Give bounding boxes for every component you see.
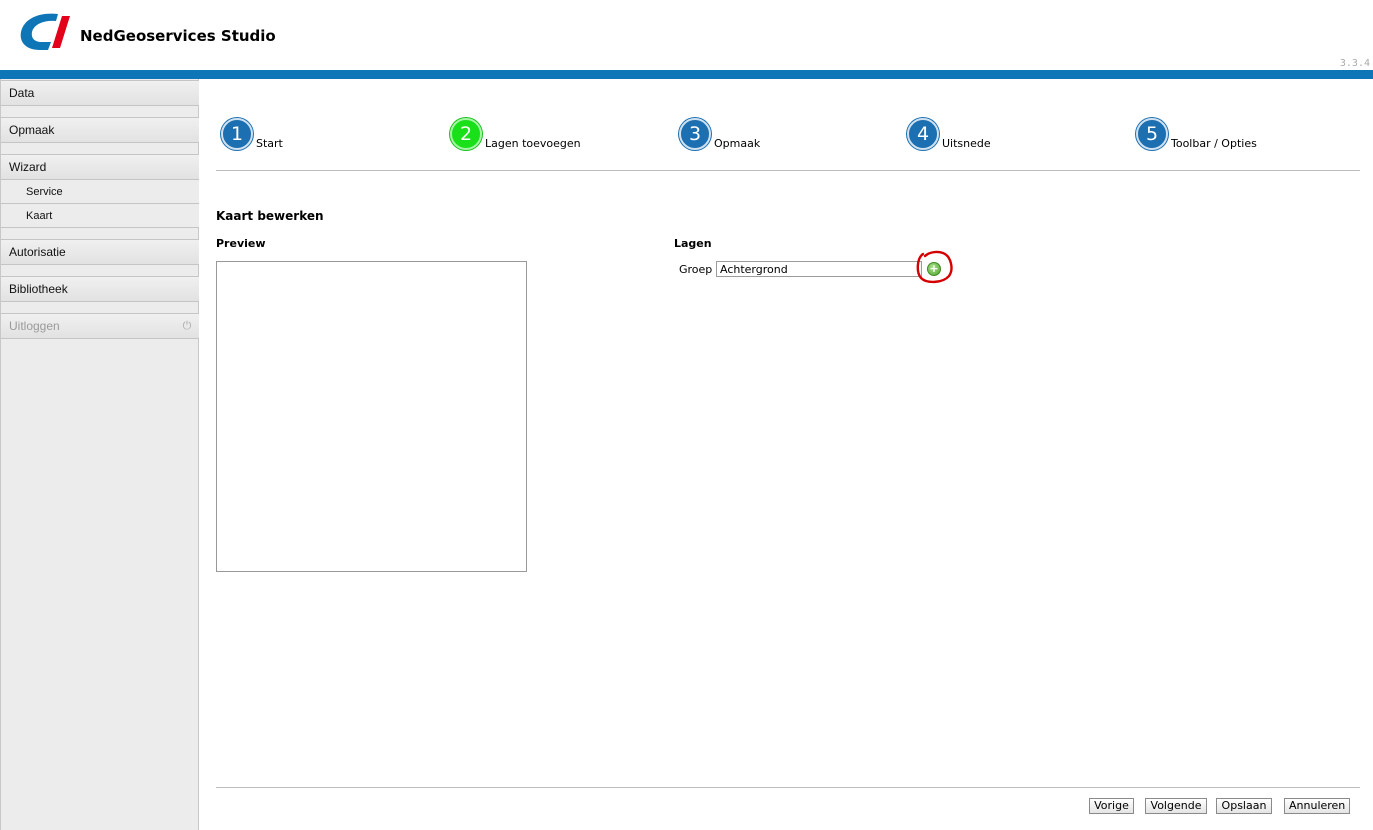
sidebar-item-label: Autorisatie xyxy=(9,245,66,259)
sidebar-item-label: Wizard xyxy=(9,160,47,174)
sidebar-item-label: Bibliotheek xyxy=(9,282,68,296)
power-icon: ⏻ xyxy=(182,320,192,332)
step-number: 3 xyxy=(679,118,711,150)
step-label: Opmaak xyxy=(714,137,761,150)
annotation-circle xyxy=(916,250,953,284)
sidebar-item-autorisatie[interactable]: Autorisatie xyxy=(1,239,199,265)
opslaan-button[interactable]: Opslaan xyxy=(1216,798,1272,814)
step-number: 1 xyxy=(221,118,253,150)
preview-label: Preview xyxy=(216,237,266,250)
top-accent-bar xyxy=(0,70,1373,79)
groep-label: Groep xyxy=(679,263,713,276)
sidebar-item-bibliotheek[interactable]: Bibliotheek xyxy=(1,276,199,302)
step-number: 2 xyxy=(450,118,482,150)
map-preview[interactable] xyxy=(216,261,527,572)
sidebar-item-uitloggen[interactable]: Uitloggen ⏻ xyxy=(1,313,199,339)
vorige-button[interactable]: Vorige xyxy=(1089,798,1134,814)
sidebar-item-label: Data xyxy=(9,86,35,100)
step-label: Uitsnede xyxy=(942,137,991,150)
step-label: Start xyxy=(256,137,283,150)
volgende-button[interactable]: Volgende xyxy=(1145,798,1207,814)
sidebar-item-label: Service xyxy=(26,186,63,198)
header: NedGeoservices Studio 3.3.4 xyxy=(0,0,1373,70)
sidebar-item-label: Opmaak xyxy=(9,123,55,137)
sidebar-item-data[interactable]: Data xyxy=(1,80,199,106)
step-label: Lagen toevoegen xyxy=(485,137,581,150)
step-label: Toolbar / Opties xyxy=(1171,137,1257,150)
step-number: 5 xyxy=(1136,118,1168,150)
wizard-steps: 1 Start 2 Lagen toevoegen 3 Opmaak 4 Uit… xyxy=(216,112,1360,171)
annuleren-button[interactable]: Annuleren xyxy=(1284,798,1350,814)
step-number: 4 xyxy=(907,118,939,150)
footer-divider xyxy=(216,787,1360,788)
sidebar-subitem-kaart[interactable]: Kaart xyxy=(1,204,199,228)
sidebar-item-opmaak[interactable]: Opmaak xyxy=(1,117,199,143)
groep-name-input[interactable] xyxy=(716,261,922,277)
sidebar-item-wizard[interactable]: Wizard xyxy=(1,154,199,180)
version-label: 3.3.4 xyxy=(1339,58,1370,69)
sidebar: Data Opmaak Wizard Service Kaart Autoris… xyxy=(0,79,199,830)
page-title: Kaart bewerken xyxy=(216,209,324,223)
lagen-label: Lagen xyxy=(674,237,712,250)
nedgeo-logo-icon xyxy=(20,13,70,50)
app-title: NedGeoservices Studio xyxy=(80,27,276,45)
sidebar-item-label: Kaart xyxy=(26,210,53,222)
sidebar-item-label: Uitloggen xyxy=(9,319,60,333)
sidebar-subitem-service[interactable]: Service xyxy=(1,180,199,204)
